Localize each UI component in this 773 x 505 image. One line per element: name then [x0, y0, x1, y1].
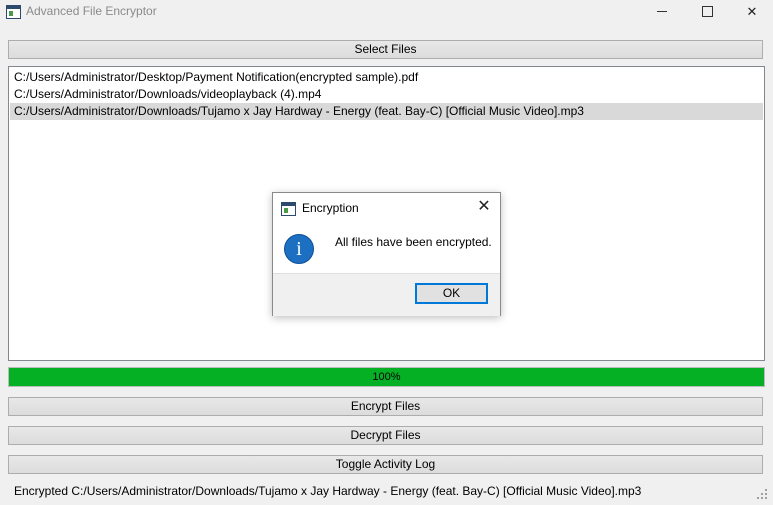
- minimize-icon: [657, 11, 667, 12]
- select-files-button[interactable]: Select Files: [8, 40, 763, 59]
- progress-bar: 100%: [8, 367, 765, 387]
- close-icon: ✕: [746, 4, 758, 19]
- list-item[interactable]: C:/Users/Administrator/Desktop/Payment N…: [10, 69, 763, 86]
- app-window-icon: [6, 5, 21, 19]
- status-text: Encrypted C:/Users/Administrator/Downloa…: [14, 484, 642, 498]
- maximize-icon: [702, 6, 713, 17]
- progress-label: 100%: [372, 371, 401, 383]
- info-icon: i: [284, 234, 314, 264]
- list-item[interactable]: C:/Users/Administrator/Downloads/videopl…: [10, 86, 763, 103]
- close-icon: ✕: [477, 198, 491, 215]
- dialog-close-button[interactable]: ✕: [473, 197, 495, 217]
- encrypt-files-button[interactable]: Encrypt Files: [8, 397, 763, 416]
- dialog-title: Encryption: [302, 201, 359, 215]
- ok-button[interactable]: OK: [415, 283, 488, 304]
- minimize-button[interactable]: [640, 0, 684, 24]
- title-bar: Advanced File Encryptor ✕: [0, 0, 773, 24]
- close-button[interactable]: ✕: [730, 0, 773, 24]
- encryption-dialog: Encryption ✕ i All files have been encry…: [272, 192, 501, 316]
- dialog-window-icon: [281, 202, 296, 216]
- toggle-activity-log-button[interactable]: Toggle Activity Log: [8, 455, 763, 474]
- window-title: Advanced File Encryptor: [26, 4, 157, 18]
- dialog-footer: OK: [273, 273, 500, 316]
- dialog-message: All files have been encrypted.: [335, 235, 492, 249]
- list-item-selected[interactable]: C:/Users/Administrator/Downloads/Tujamo …: [10, 103, 763, 120]
- resize-grip-icon[interactable]: [757, 489, 767, 499]
- maximize-button[interactable]: [685, 0, 729, 24]
- decrypt-files-button[interactable]: Decrypt Files: [8, 426, 763, 445]
